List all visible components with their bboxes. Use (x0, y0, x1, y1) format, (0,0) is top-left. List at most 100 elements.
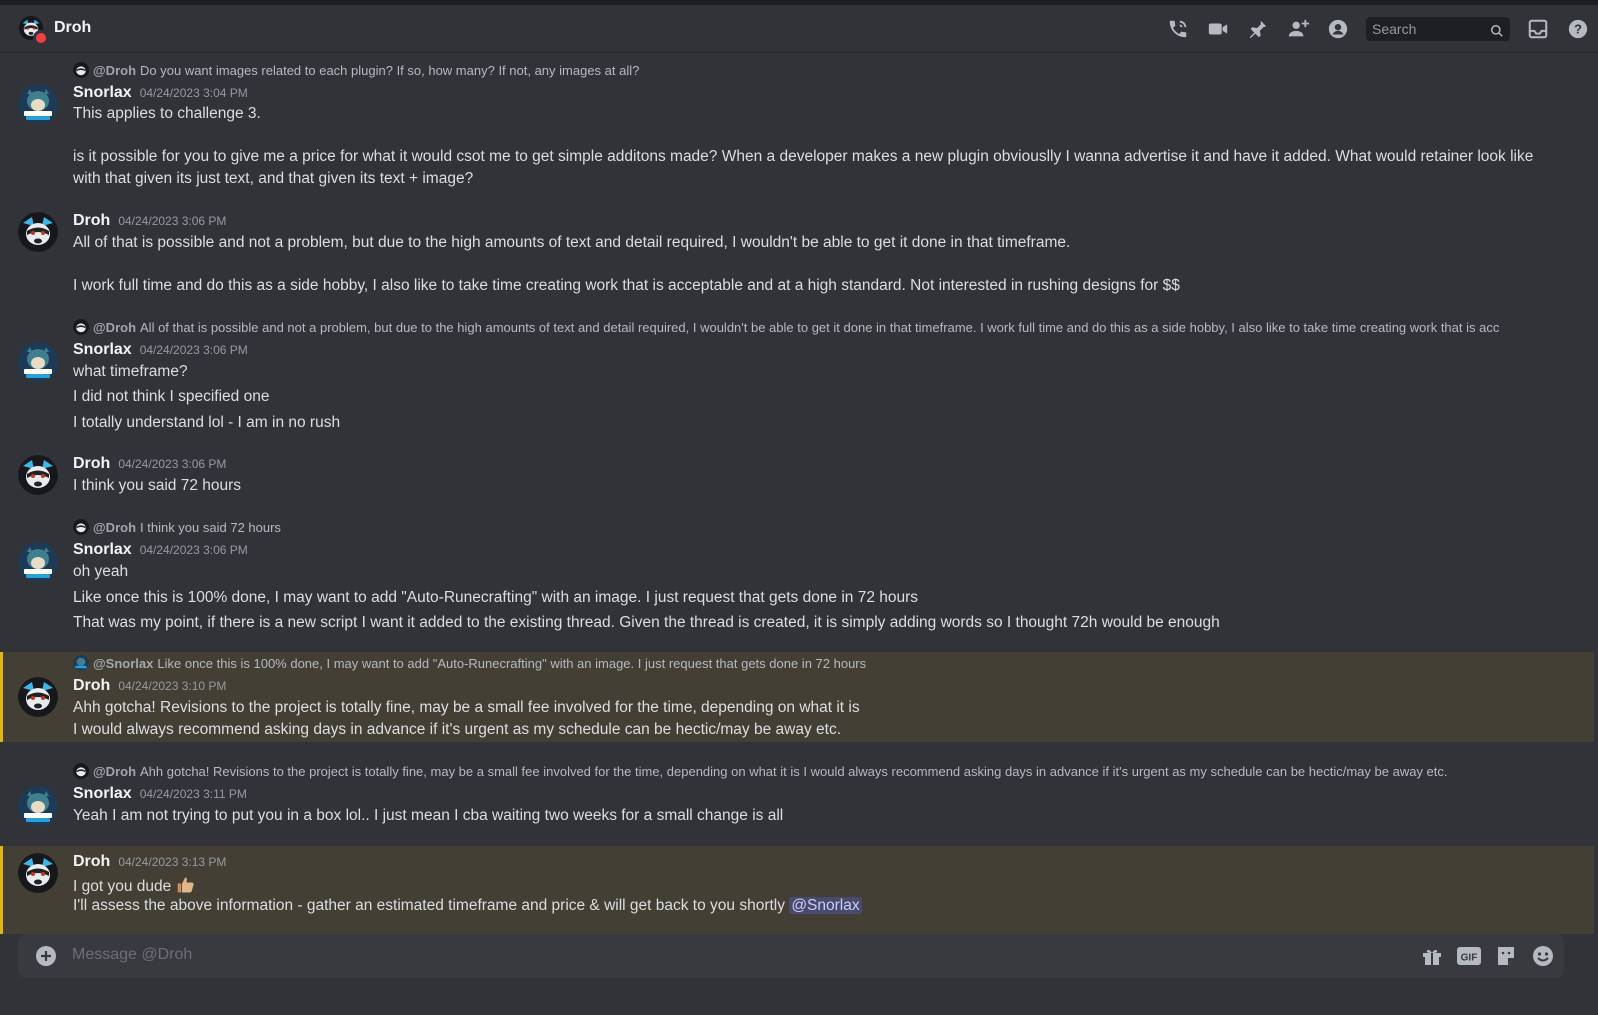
message-composer[interactable]: Message @Droh GIF (18, 934, 1564, 978)
gif-label: GIF (1461, 953, 1478, 964)
inbox-icon[interactable] (1526, 17, 1550, 41)
message-group[interactable]: Droh 04/24/2023 3:06 PM All of that is po… (0, 206, 1594, 306)
reply-text: Like once this is 100% done, I may want … (157, 655, 867, 671)
message-group-highlighted[interactable]: Droh 04/24/2023 3:13 PM I got you dude I'… (0, 846, 1594, 934)
reply-author[interactable]: @Droh (93, 764, 136, 779)
reply-author[interactable]: @Droh (93, 520, 136, 535)
video-call-icon[interactable] (1206, 17, 1230, 41)
message-line: I did not think I specified one (73, 388, 270, 405)
user-profile-icon[interactable] (1326, 17, 1350, 41)
message-author[interactable]: Droh 04/24/2023 3:13 PM (73, 853, 226, 871)
reply-text: All of that is possible and not a proble… (140, 319, 1500, 335)
message-timestamp: 04/24/2023 3:04 PM (139, 86, 248, 100)
droh-mini-avatar (73, 62, 89, 78)
author-name[interactable]: Snorlax (73, 785, 132, 802)
message-group[interactable]: @Droh Ahh gotcha! Revisions to the proje… (0, 759, 1594, 839)
message-line: That was my point, if there is a new scr… (73, 614, 1220, 631)
message-line: I would always recommend asking days in … (73, 721, 842, 738)
reply-author[interactable]: @Snorlax (93, 656, 153, 671)
message-line: oh yeah (73, 563, 129, 580)
reply-preview[interactable]: @Droh Ahh gotcha! Revisions to the proje… (73, 763, 1448, 779)
message-line: This applies to challenge 3. (73, 105, 261, 122)
message-timestamp: 04/24/2023 3:06 PM (118, 457, 227, 471)
pin-icon[interactable] (1246, 17, 1270, 41)
header-toolbar: Search ? (1158, 5, 1598, 53)
reply-preview[interactable]: @Snorlax Like once this is 100% done, I … (73, 655, 866, 671)
reply-author[interactable]: @Droh (93, 320, 136, 335)
droh-mini-avatar (73, 763, 89, 779)
reply-text: Do you want images related to each plugi… (140, 62, 640, 78)
snorlax-mini-avatar (73, 655, 89, 671)
message-group-highlighted[interactable]: @Snorlax Like once this is 100% done, I … (0, 652, 1594, 742)
search-placeholder: Search (1372, 21, 1417, 37)
add-attachment-icon[interactable] (34, 944, 58, 968)
message-group[interactable]: @Droh Do you want images related to each… (0, 54, 1594, 197)
author-name[interactable]: Droh (73, 677, 110, 694)
user-mention[interactable]: @Snorlax (789, 897, 862, 914)
message-timestamp: 04/24/2023 3:06 PM (139, 343, 248, 357)
droh-avatar[interactable] (18, 212, 58, 252)
message-line: I got you dude (73, 875, 196, 896)
reply-author[interactable]: @Droh (93, 63, 136, 78)
message-line: Yeah I am not trying to put you in a box… (73, 807, 784, 824)
message-timestamp: 04/24/2023 3:11 PM (139, 787, 247, 801)
svg-text:?: ? (1574, 22, 1582, 37)
message-author[interactable]: Droh 04/24/2023 3:06 PM (73, 455, 226, 473)
thumbs-up-icon[interactable] (176, 875, 196, 895)
emoji-icon[interactable] (1530, 943, 1556, 969)
add-friend-icon[interactable] (1286, 17, 1310, 41)
message-text: I'll assess the above information - gath… (73, 897, 785, 914)
message-input[interactable]: Message @Droh (72, 946, 192, 964)
message-line: Like once this is 100% done, I may want … (73, 589, 919, 606)
message-list: @Droh Do you want images related to each… (0, 54, 1598, 934)
message-author[interactable]: Snorlax 04/24/2023 3:06 PM (73, 341, 248, 359)
message-timestamp: 04/24/2023 3:10 PM (118, 679, 227, 693)
message-line: I'll assess the above information - gath… (73, 897, 862, 915)
snorlax-avatar[interactable] (18, 542, 58, 582)
message-author[interactable]: Droh 04/24/2023 3:06 PM (73, 212, 226, 230)
message-line: I think you said 72 hours (73, 477, 242, 494)
reply-preview[interactable]: @Droh All of that is possible and not a … (73, 319, 1499, 335)
message-author[interactable]: Snorlax 04/24/2023 3:11 PM (73, 785, 247, 803)
message-group[interactable]: @Droh I think you said 72 hours Snorlax 0… (0, 512, 1594, 642)
message-group[interactable]: Droh 04/24/2023 3:06 PM I think you said … (0, 449, 1594, 505)
message-line: is it possible for you to give me a pric… (73, 148, 1534, 187)
author-name[interactable]: Droh (73, 853, 110, 870)
snorlax-avatar[interactable] (18, 786, 58, 826)
gift-icon[interactable] (1419, 943, 1445, 969)
droh-avatar[interactable] (18, 455, 58, 495)
author-name[interactable]: Droh (73, 212, 110, 229)
message-group[interactable]: @Droh All of that is possible and not a … (0, 312, 1594, 442)
snorlax-avatar[interactable] (18, 84, 58, 124)
message-timestamp: 04/24/2023 3:06 PM (139, 543, 248, 557)
author-name[interactable]: Droh (73, 455, 110, 472)
droh-avatar[interactable] (18, 677, 58, 717)
composer-actions: GIF (1408, 943, 1556, 969)
message-author[interactable]: Droh 04/24/2023 3:10 PM (73, 677, 226, 695)
dm-avatar[interactable] (19, 16, 49, 46)
message-author[interactable]: Snorlax 04/24/2023 3:04 PM (73, 84, 248, 102)
reply-text: I think you said 72 hours (140, 519, 281, 535)
search-icon (1490, 21, 1504, 45)
snorlax-avatar[interactable] (18, 342, 58, 382)
author-name[interactable]: Snorlax (73, 84, 132, 101)
message-timestamp: 04/24/2023 3:13 PM (118, 855, 227, 869)
droh-mini-avatar (73, 519, 89, 535)
dnd-status-icon (33, 30, 49, 46)
message-text: I got you dude (73, 878, 172, 895)
message-author[interactable]: Snorlax 04/24/2023 3:06 PM (73, 541, 248, 559)
author-name[interactable]: Snorlax (73, 541, 132, 558)
author-name[interactable]: Snorlax (73, 341, 132, 358)
reply-preview[interactable]: @Droh Do you want images related to each… (73, 62, 639, 78)
dm-title: Droh (54, 19, 92, 36)
message-line: I work full time and do this as a side h… (73, 277, 1180, 294)
help-icon[interactable]: ? (1566, 17, 1590, 41)
droh-mini-avatar (73, 319, 89, 335)
gif-icon[interactable]: GIF (1456, 943, 1482, 969)
reply-preview[interactable]: @Droh I think you said 72 hours (73, 519, 281, 535)
message-line: what timeframe? (73, 363, 188, 380)
search-input[interactable]: Search (1366, 17, 1510, 41)
sticker-icon[interactable] (1493, 943, 1519, 969)
voice-call-icon[interactable] (1166, 17, 1190, 41)
droh-avatar[interactable] (18, 853, 58, 893)
